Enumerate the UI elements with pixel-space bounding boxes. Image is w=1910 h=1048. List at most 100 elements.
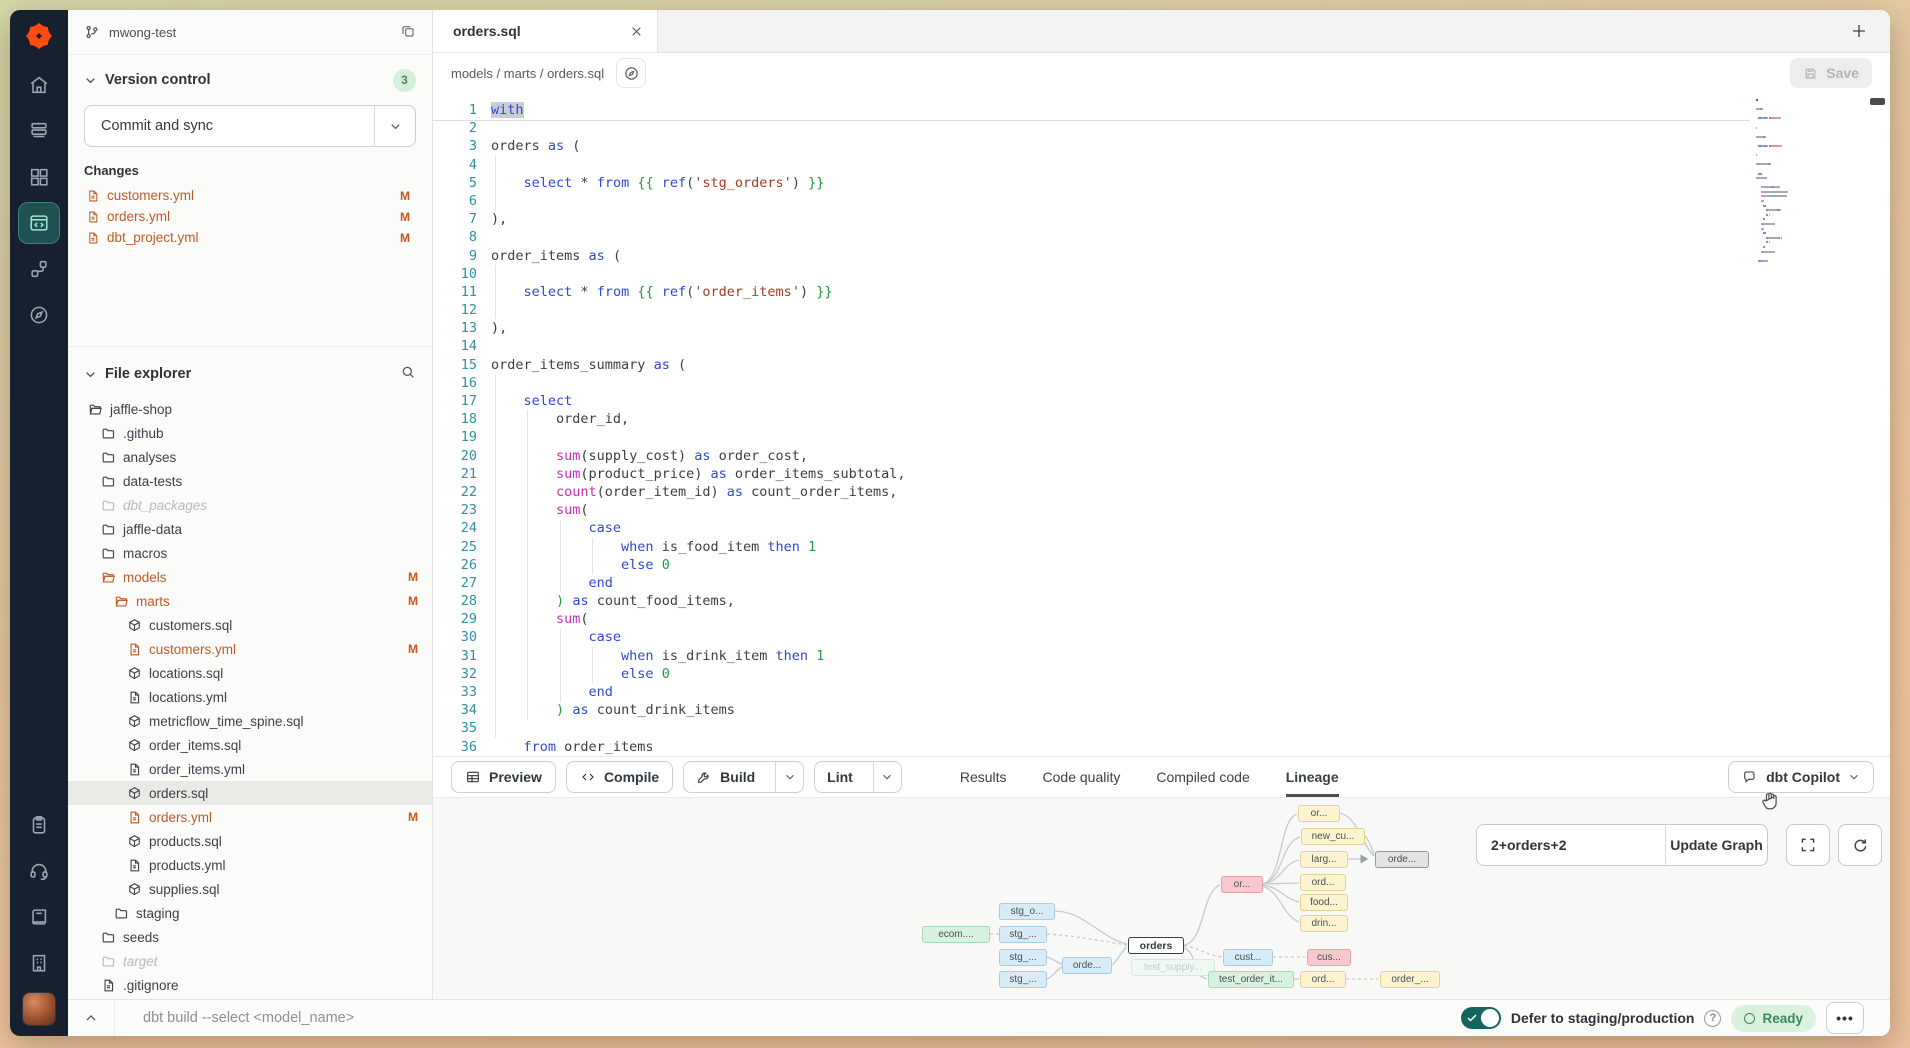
code-line[interactable]: 11 select * from {{ ref('order_items') }… xyxy=(433,283,1890,301)
code-line[interactable]: 31 when is_drink_item then 1 xyxy=(433,647,1890,665)
code-line[interactable]: 32 else 0 xyxy=(433,665,1890,683)
command-input[interactable]: dbt build --select <model_name> xyxy=(143,1010,354,1026)
code-line[interactable]: 28 ) as count_food_items, xyxy=(433,592,1890,610)
code-line[interactable]: 7), xyxy=(433,210,1890,228)
code-line[interactable]: 4 xyxy=(433,156,1890,174)
tree-item--gitignore[interactable]: .gitignore xyxy=(68,973,432,997)
tree-item-data-tests[interactable]: data-tests xyxy=(68,469,432,493)
tree-item-macros[interactable]: macros xyxy=(68,541,432,565)
building-icon[interactable] xyxy=(18,942,60,984)
tree-item-staging[interactable]: staging xyxy=(68,901,432,925)
lineage-node-testsupply[interactable]: test_supply... xyxy=(1131,959,1215,976)
code-line[interactable]: 23 sum( xyxy=(433,501,1890,519)
build-button-main[interactable]: Build xyxy=(684,762,767,792)
open-lineage-button[interactable] xyxy=(616,58,646,88)
code-editor-icon[interactable] xyxy=(18,202,60,244)
close-icon[interactable] xyxy=(630,25,643,38)
refresh-button[interactable] xyxy=(1838,824,1882,866)
code-line[interactable]: 3orders as ( xyxy=(433,137,1890,155)
new-tab-button[interactable] xyxy=(1850,22,1868,40)
tree-item-order-items-sql[interactable]: order_items.sql xyxy=(68,733,432,757)
code-line[interactable]: 8 xyxy=(433,228,1890,246)
lineage-node-orders[interactable]: orders xyxy=(1128,937,1184,954)
lineage-node-cust[interactable]: cust... xyxy=(1223,949,1273,966)
code-line[interactable]: 9order_items as ( xyxy=(433,247,1890,265)
lineage-selector-input[interactable]: 2+orders+2 xyxy=(1477,825,1666,865)
code-line[interactable]: 34 ) as count_drink_items xyxy=(433,701,1890,719)
tree-item-orders-yml[interactable]: orders.ymlM xyxy=(68,805,432,829)
code-line[interactable]: 10 xyxy=(433,265,1890,283)
code-line[interactable]: 6 xyxy=(433,192,1890,210)
tree-item-orders-sql[interactable]: orders.sql xyxy=(68,781,432,805)
changed-file-row[interactable]: dbt_project.ymlM xyxy=(84,227,416,248)
code-line[interactable]: 24 case xyxy=(433,519,1890,537)
lineage-node-ecom[interactable]: ecom.... xyxy=(922,926,990,943)
code-line[interactable]: 33 end xyxy=(433,683,1890,701)
code-line[interactable]: 16 xyxy=(433,374,1890,392)
tree-item-marts[interactable]: martsM xyxy=(68,589,432,613)
code-line[interactable]: 25 when is_food_item then 1 xyxy=(433,538,1890,556)
lineage-node-orde[interactable]: orde... xyxy=(1062,957,1112,974)
commit-options-caret[interactable] xyxy=(374,106,415,146)
result-tab-compiled-code[interactable]: Compiled code xyxy=(1156,757,1249,797)
tree-item-analyses[interactable]: analyses xyxy=(68,445,432,469)
tree-item-target[interactable]: target xyxy=(68,949,432,973)
tree-item-products-yml[interactable]: products.yml xyxy=(68,853,432,877)
version-control-header[interactable]: Version control 3 xyxy=(84,63,416,97)
code-line[interactable]: 35 xyxy=(433,719,1890,737)
save-button[interactable]: Save xyxy=(1790,58,1872,88)
code-line[interactable]: 20 sum(supply_cost) as order_cost, xyxy=(433,447,1890,465)
tree-item-jaffle-data[interactable]: jaffle-data xyxy=(68,517,432,541)
code-editor[interactable]: 1with23orders as (45 select * from {{ re… xyxy=(433,93,1890,756)
result-tab-results[interactable]: Results xyxy=(960,757,1007,797)
tree-item-customers-sql[interactable]: customers.sql xyxy=(68,613,432,637)
book-icon[interactable] xyxy=(18,896,60,938)
dbt-copilot-button[interactable]: dbt Copilot xyxy=(1728,761,1874,793)
code-line[interactable]: 15order_items_summary as ( xyxy=(433,356,1890,374)
code-line[interactable]: 19 xyxy=(433,428,1890,446)
lineage-node-ord[interactable]: ord... xyxy=(1300,971,1346,988)
defer-toggle[interactable] xyxy=(1461,1007,1501,1029)
more-options-button[interactable]: ••• xyxy=(1826,1002,1864,1034)
lineage-node-order[interactable]: order_... xyxy=(1380,971,1440,988)
tree-item-supplies-sql[interactable]: supplies.sql xyxy=(68,877,432,901)
search-icon[interactable] xyxy=(400,364,416,384)
code-line[interactable]: 36 from order_items xyxy=(433,738,1890,756)
lint-button[interactable]: Lint xyxy=(814,761,902,793)
code-line[interactable]: 5 select * from {{ ref('stg_orders') }} xyxy=(433,174,1890,192)
tree-item-products-sql[interactable]: products.sql xyxy=(68,829,432,853)
result-tab-lineage[interactable]: Lineage xyxy=(1286,757,1339,797)
tab-orders-sql[interactable]: orders.sql xyxy=(433,10,658,52)
clipboard-icon[interactable] xyxy=(18,804,60,846)
code-line[interactable]: 22 count(order_item_id) as count_order_i… xyxy=(433,483,1890,501)
code-line[interactable]: 30 case xyxy=(433,628,1890,646)
lineage-node-drin[interactable]: drin... xyxy=(1300,915,1348,932)
changed-file-row[interactable]: customers.ymlM xyxy=(84,185,416,206)
lint-options-caret[interactable] xyxy=(873,762,901,792)
code-line[interactable]: 14 xyxy=(433,337,1890,355)
lineage-node-orde[interactable]: orde... xyxy=(1375,851,1429,868)
expand-command-bar-button[interactable] xyxy=(68,1000,115,1036)
build-options-caret[interactable] xyxy=(775,762,803,792)
tree-item-metricflow-time-spine-sql[interactable]: metricflow_time_spine.sql xyxy=(68,709,432,733)
lineage-node-stg[interactable]: stg_... xyxy=(999,926,1047,943)
tree-item-models[interactable]: modelsM xyxy=(68,565,432,589)
lineage-node-testorderit[interactable]: test_order_it... xyxy=(1208,971,1294,988)
code-line[interactable]: 21 sum(product_price) as order_items_sub… xyxy=(433,465,1890,483)
result-tab-code-quality[interactable]: Code quality xyxy=(1043,757,1121,797)
headset-icon[interactable] xyxy=(18,850,60,892)
file-explorer-header[interactable]: File explorer xyxy=(68,357,432,391)
code-line[interactable]: 27 end xyxy=(433,574,1890,592)
lineage-node-newcu[interactable]: new_cu... xyxy=(1301,828,1365,845)
stack-icon[interactable] xyxy=(18,110,60,152)
code-line[interactable]: 13), xyxy=(433,319,1890,337)
code-line[interactable]: 2 xyxy=(433,119,1890,137)
build-button[interactable]: Build xyxy=(683,761,804,793)
tree-item--github[interactable]: .github xyxy=(68,421,432,445)
code-line[interactable]: 1with xyxy=(433,101,1890,119)
user-avatar[interactable] xyxy=(22,992,56,1026)
commit-and-sync-button[interactable]: Commit and sync xyxy=(84,105,416,147)
editor-minimap[interactable] xyxy=(1756,99,1817,269)
preview-button[interactable]: Preview xyxy=(451,761,556,793)
tree-item-order-items-yml[interactable]: order_items.yml xyxy=(68,757,432,781)
